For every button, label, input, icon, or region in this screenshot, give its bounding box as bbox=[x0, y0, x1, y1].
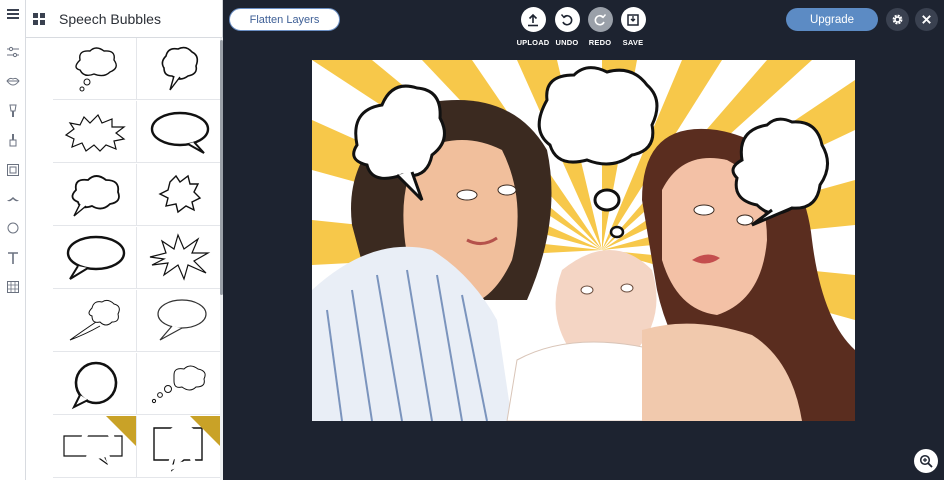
mustache-icon[interactable] bbox=[3, 189, 23, 209]
bubble-gallery bbox=[26, 38, 220, 480]
grid-view-icon[interactable] bbox=[26, 0, 52, 38]
oval-speech-bubble[interactable] bbox=[53, 227, 137, 289]
brush-icon[interactable] bbox=[3, 130, 23, 150]
square-speech-bubble[interactable] bbox=[137, 416, 220, 478]
upgrade-button[interactable]: Upgrade bbox=[786, 8, 878, 31]
panel-scrollbar[interactable] bbox=[220, 38, 223, 480]
paintbrush-icon[interactable] bbox=[3, 101, 23, 121]
zoom-in-button[interactable] bbox=[914, 449, 938, 473]
flatten-layers-button[interactable]: Flatten Layers bbox=[229, 8, 340, 31]
frame-icon[interactable] bbox=[3, 160, 23, 180]
hamburger-menu-icon[interactable] bbox=[3, 4, 23, 24]
cloud-tail-bubble[interactable] bbox=[53, 290, 137, 352]
save-icon bbox=[620, 7, 646, 32]
text-icon[interactable] bbox=[3, 248, 23, 268]
panel-title: Speech Bubbles bbox=[59, 10, 161, 27]
oval-outline-bubble[interactable] bbox=[137, 290, 220, 352]
oval-speech-bold-bubble[interactable] bbox=[137, 101, 220, 163]
save-label: SAVE bbox=[622, 38, 644, 47]
shape-icon[interactable] bbox=[3, 218, 23, 238]
burst-wide-bubble[interactable] bbox=[53, 101, 137, 163]
texture-icon[interactable] bbox=[3, 277, 23, 297]
upload-icon bbox=[520, 7, 546, 32]
spiky-small-bubble[interactable] bbox=[137, 164, 220, 226]
cloud-thought-bold-bubble[interactable] bbox=[53, 164, 137, 226]
gear-icon bbox=[892, 14, 903, 25]
tool-rail bbox=[0, 0, 26, 480]
scrollbar-thumb[interactable] bbox=[220, 40, 223, 295]
rectangle-speech-bubble[interactable] bbox=[53, 416, 137, 478]
undo-icon bbox=[554, 7, 580, 32]
comic-photo bbox=[312, 60, 855, 421]
adjust-icon[interactable] bbox=[3, 42, 23, 62]
lips-icon[interactable] bbox=[3, 71, 23, 91]
thought-cloud-bubble[interactable] bbox=[53, 38, 137, 100]
close-icon bbox=[922, 15, 931, 24]
thought-cloud-tall-bubble[interactable] bbox=[137, 38, 220, 100]
speech-bubbles-panel: Speech Bubbles bbox=[26, 0, 223, 480]
explosion-bubble[interactable] bbox=[137, 227, 220, 289]
panel-header: Speech Bubbles bbox=[26, 0, 223, 38]
round-speech-bubble[interactable] bbox=[53, 353, 137, 415]
premium-ribbon-icon bbox=[80, 424, 116, 473]
photo-canvas[interactable] bbox=[312, 60, 855, 421]
settings-button[interactable] bbox=[886, 8, 909, 31]
close-button[interactable] bbox=[915, 8, 938, 31]
zoom-in-icon bbox=[919, 454, 933, 468]
premium-ribbon-icon bbox=[164, 424, 200, 473]
redo-icon bbox=[587, 7, 613, 32]
save-button[interactable]: SAVE bbox=[613, 7, 653, 47]
thought-dots-bubble[interactable] bbox=[137, 353, 220, 415]
